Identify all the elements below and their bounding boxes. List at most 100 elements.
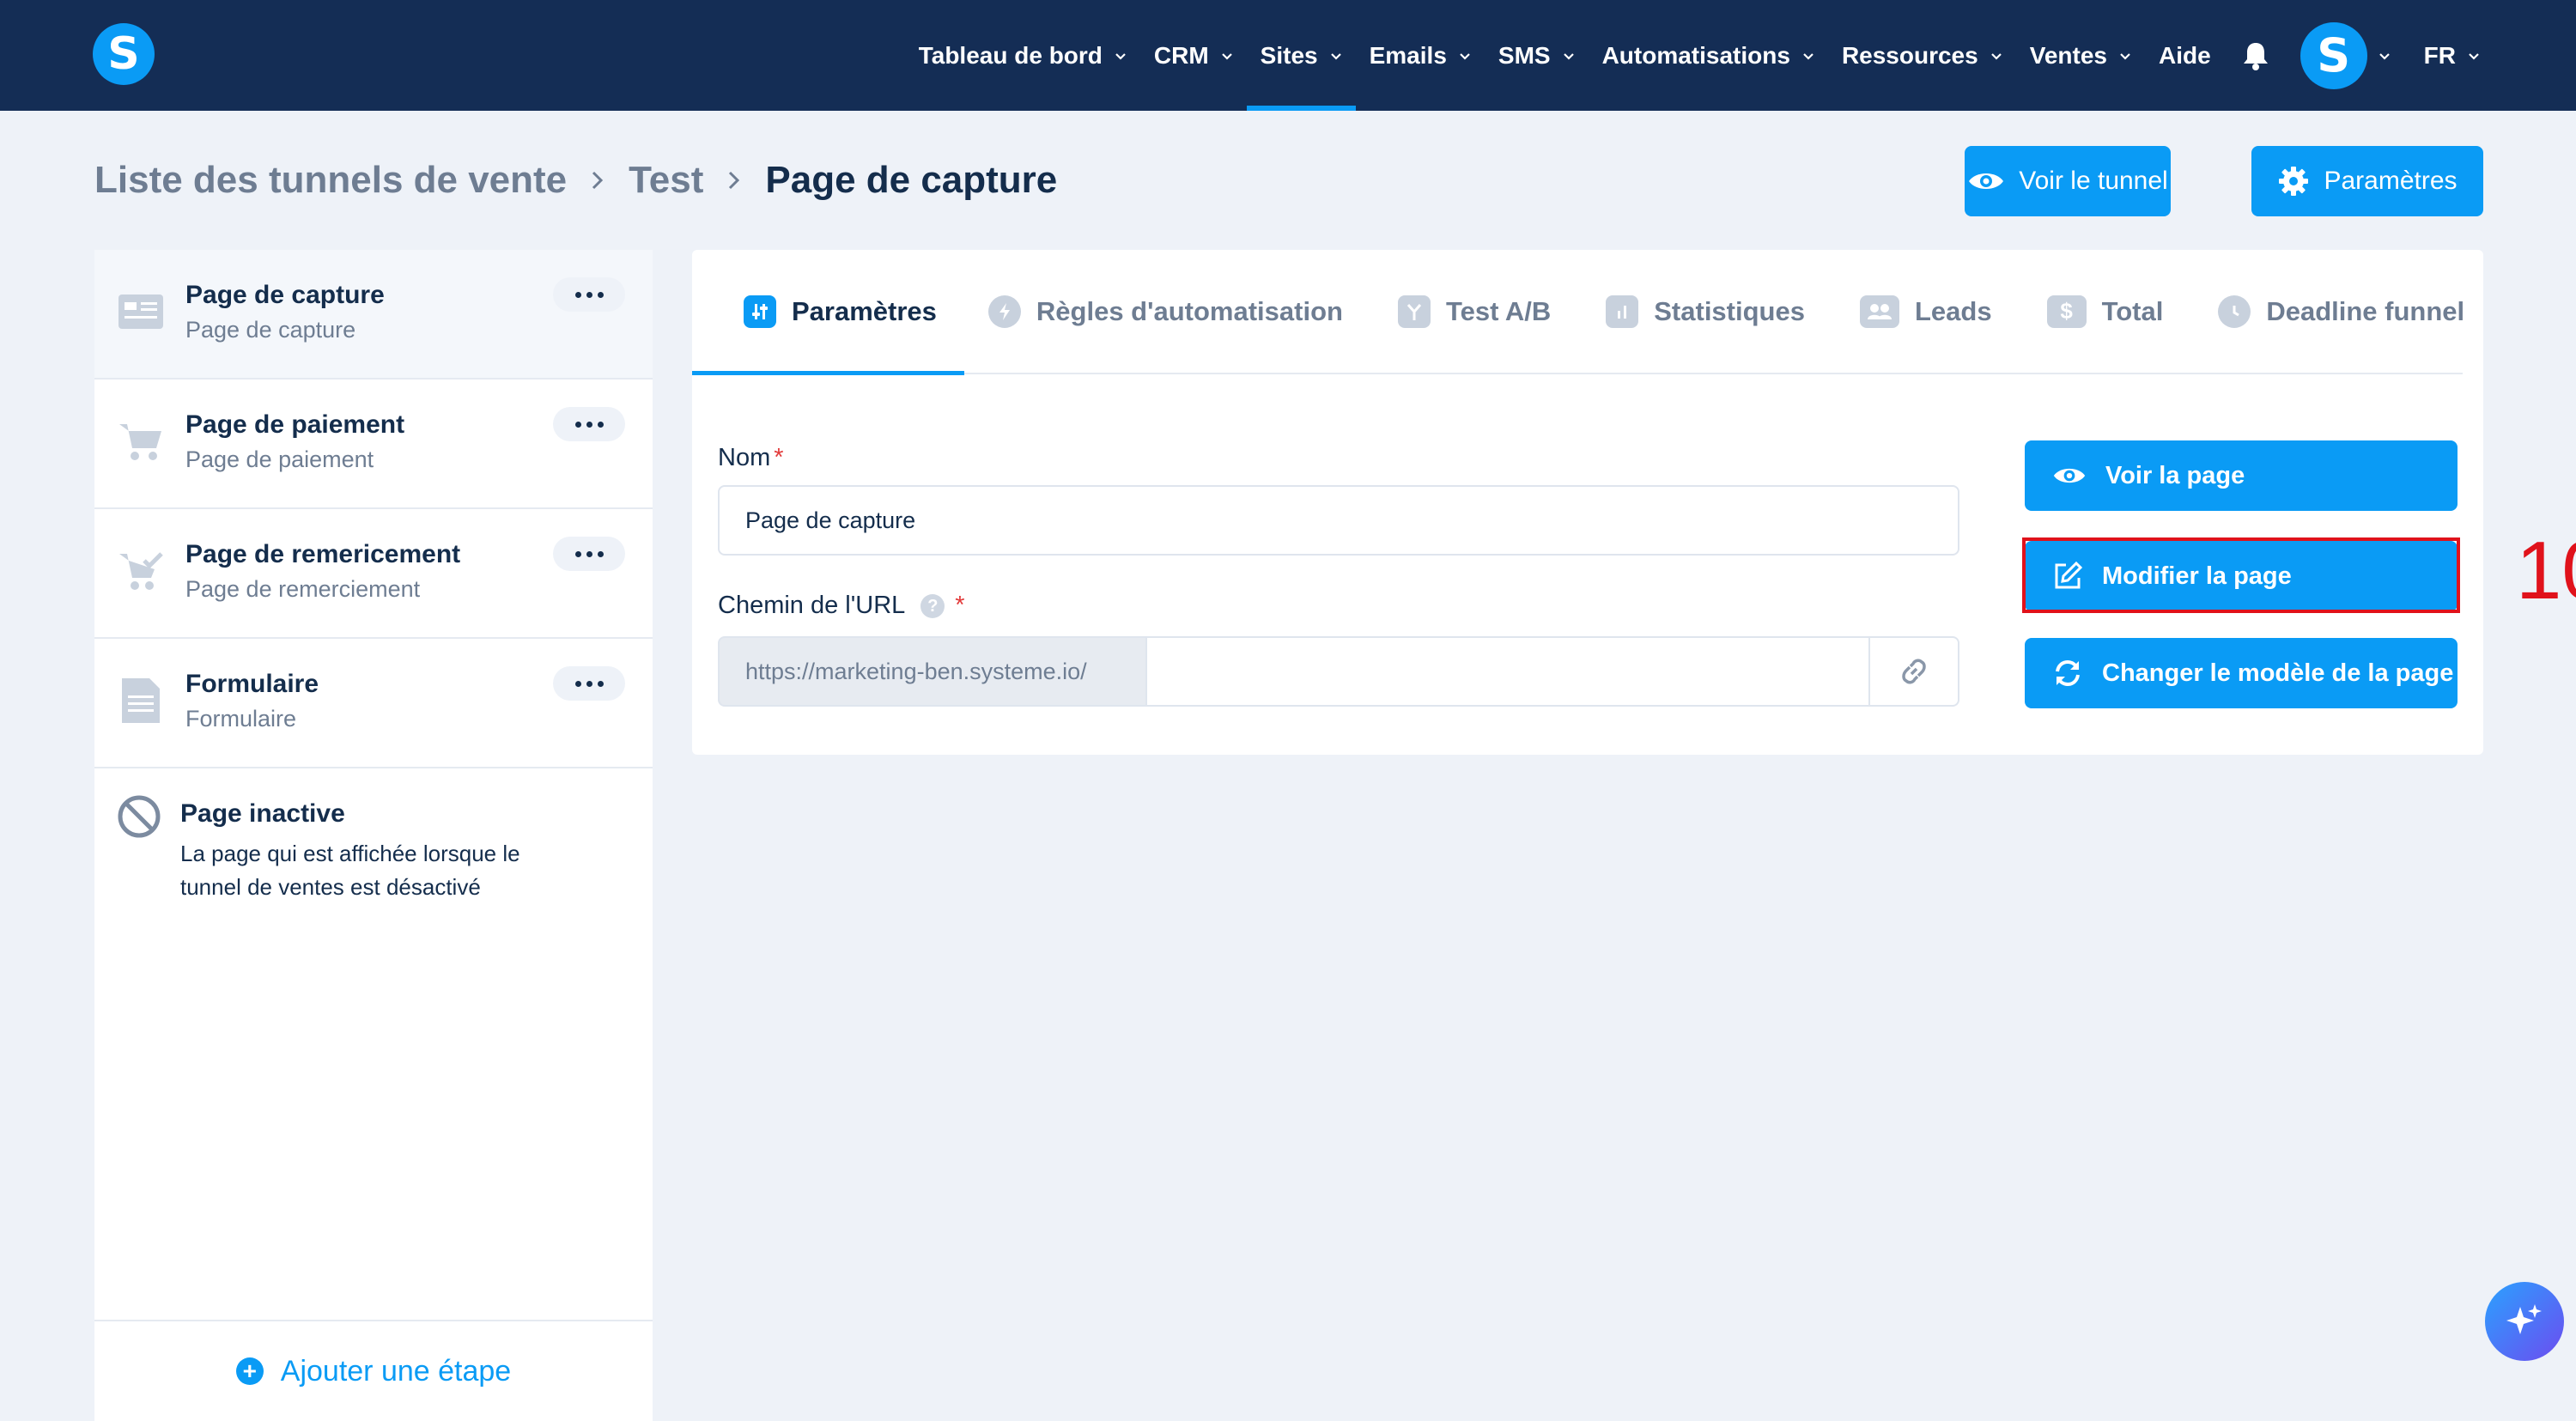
nav-item-ressources[interactable]: Ressources [1828,0,2016,111]
capture-page-icon [118,295,163,329]
step-more-options-button[interactable] [553,666,625,701]
inactive-page-item[interactable]: Page inactive La page qui est affichée l… [94,768,653,940]
inactive-page-description: La page qui est affichée lorsque le tunn… [180,841,520,900]
users-icon [1859,295,1899,328]
tab-regles-automatisation[interactable]: Règles d'automatisation [964,249,1369,373]
tab-label: Statistiques [1654,295,1805,326]
tab-label: Deadline funnel [2266,295,2465,326]
nav-item-crm[interactable]: CRM [1140,0,1247,111]
step-page-de-paiement[interactable]: Page de paiement Page de paiement [94,380,653,509]
breadcrumb-funnel-list[interactable]: Liste des tunnels de vente [94,159,567,202]
cart-check-icon [119,552,163,590]
name-input-value: Page de capture [745,507,916,533]
nav-item-label: SMS [1498,41,1551,69]
chevron-down-icon [1803,52,1814,60]
step-title: Page de capture [185,281,385,309]
nav-item-label: CRM [1153,41,1209,69]
nav-item-tableau-de-bord[interactable]: Tableau de bord [905,0,1140,111]
sliders-icon [744,295,776,328]
step-more-options-button[interactable] [553,277,625,312]
tab-label: Total [2101,295,2164,326]
tab-total[interactable]: $ Total [2018,249,2190,373]
breadcrumb-funnel-test[interactable]: Test [629,159,703,202]
nav-item-sites[interactable]: Sites [1246,0,1356,111]
dollar-icon: $ [2046,295,2087,328]
chevron-down-icon [2469,52,2479,60]
language-selector[interactable]: FR [2410,0,2494,111]
nav-item-sms[interactable]: SMS [1485,0,1589,111]
bolt-icon [987,295,1021,328]
required-marker: * [955,592,965,619]
chevron-down-icon [1221,52,1232,60]
step-page-de-remerciement[interactable]: Page de remericement Page de remerciemen… [94,509,653,639]
step-more-options-button[interactable] [553,537,625,571]
view-page-label: Voir la page [2105,461,2245,489]
chevron-down-icon [1460,52,1470,60]
url-path-input[interactable] [1147,636,1868,707]
refresh-icon [2056,659,2080,687]
annotation-step-number: 10 [2516,525,2576,616]
help-icon[interactable]: ? [920,594,945,619]
gear-icon [2279,167,2309,196]
settings-tabs: Paramètres Règles d'automatisation Test … [692,249,2464,375]
ban-icon [118,795,161,838]
step-page-de-capture[interactable]: Page de capture Page de capture [94,250,653,380]
url-path-label: Chemin de l'URL? * [718,592,965,619]
breadcrumb: Liste des tunnels de vente Test Page de … [94,155,1057,206]
nav-item-label: Emails [1369,41,1447,69]
funnel-settings-button[interactable]: Paramètres [2251,146,2483,216]
name-field-label: Nom * [718,444,784,471]
tab-leads[interactable]: Leads [1831,249,2018,373]
tab-label: Paramètres [792,295,937,326]
chevron-down-icon[interactable] [2378,50,2391,62]
step-subtitle: Page de remerciement [185,576,421,602]
tab-label: Règles d'automatisation [1036,295,1343,326]
tab-parametres[interactable]: Paramètres [692,249,964,375]
tab-deadline-funnel[interactable]: Deadline funnel [2189,249,2464,373]
inactive-page-title: Page inactive [180,799,345,828]
step-formulaire[interactable]: Formulaire Formulaire [94,639,653,768]
url-path-field: https://marketing-ben.systeme.io/ [718,636,1959,707]
nav-item-label: Sites [1260,41,1318,69]
add-step-label: Ajouter une étape [280,1354,512,1388]
top-navigation-bar: S Tableau de bord CRM Sites Emails SMS A… [0,0,2576,111]
view-funnel-button[interactable]: Voir le tunnel [1965,146,2171,216]
step-more-options-button[interactable] [553,407,625,441]
nav-item-label: Automatisations [1601,41,1790,69]
nav-item-label: Tableau de bord [918,41,1103,69]
step-title: Page de paiement [185,410,405,439]
view-page-button[interactable]: Voir la page [2025,440,2458,511]
user-avatar[interactable]: S [2300,21,2367,89]
nav-item-label: Aide [2158,41,2211,69]
chevron-down-icon [1990,52,2002,60]
nav-item-ventes[interactable]: Ventes [2016,0,2145,111]
clock-icon [2218,295,2251,328]
change-template-button[interactable]: Changer le modèle de la page [2025,638,2458,708]
eye-icon [2053,468,2086,483]
tab-test-ab[interactable]: Test A/B [1369,249,1577,373]
link-icon[interactable] [1868,636,1959,707]
eye-icon [1969,173,2004,189]
chevron-right-icon [726,167,743,193]
split-icon [1397,295,1431,328]
step-subtitle: Formulaire [185,706,297,732]
step-subtitle: Page de paiement [185,446,374,472]
chevron-down-icon [1115,52,1126,60]
ai-assistant-button[interactable] [2485,1282,2564,1361]
nav-item-emails[interactable]: Emails [1356,0,1485,111]
notifications-bell-icon[interactable] [2233,0,2278,111]
systeme-logo[interactable]: S [93,23,155,85]
view-funnel-label: Voir le tunnel [2019,167,2168,195]
cart-icon [119,424,161,460]
chevron-down-icon [2120,52,2130,60]
nav-item-aide[interactable]: Aide [2145,0,2225,111]
tab-statistiques[interactable]: Statistiques [1577,249,1831,373]
nav-item-label: Ventes [2029,41,2107,69]
name-input[interactable]: Page de capture [718,485,1959,556]
step-title: Formulaire [185,670,319,698]
funnel-steps-panel: Page de capture Page de capture Page de … [94,250,653,1421]
nav-item-automatisations[interactable]: Automatisations [1589,0,1828,111]
page-settings-card: Paramètres Règles d'automatisation Test … [692,250,2483,755]
add-step-button[interactable]: + Ajouter une étape [94,1320,653,1421]
bar-chart-icon [1606,295,1639,328]
